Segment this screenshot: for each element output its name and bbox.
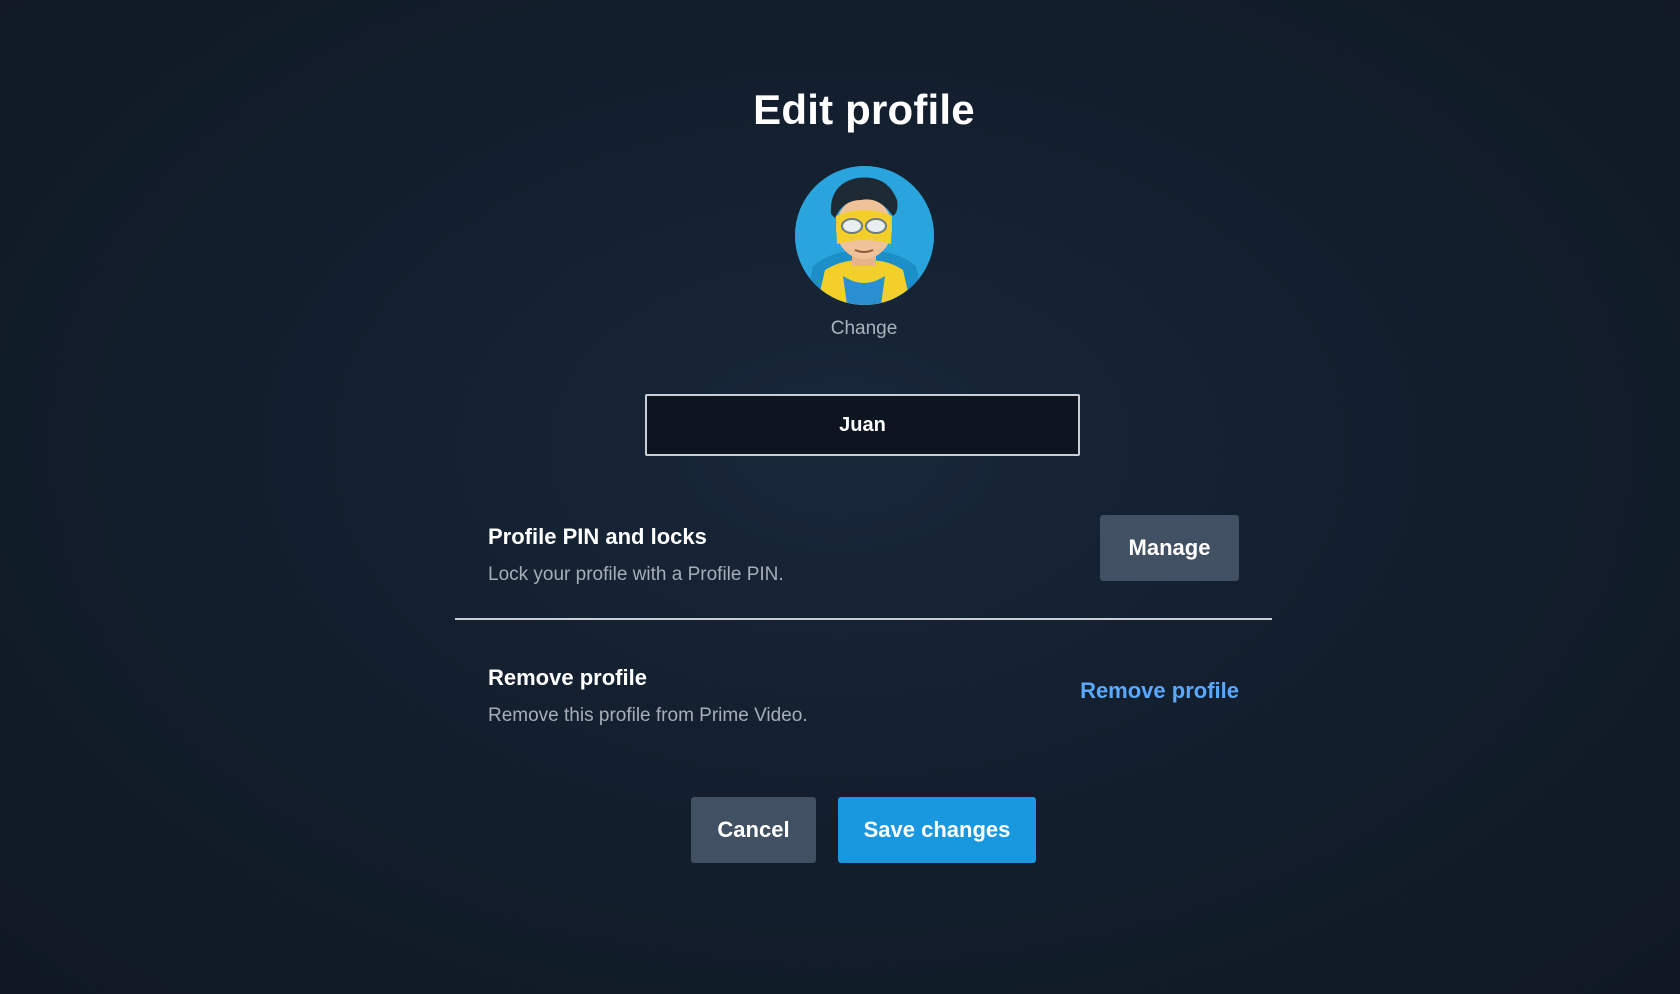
save-changes-button[interactable]: Save changes xyxy=(838,797,1036,863)
divider xyxy=(455,618,1272,620)
cartoon-hero-avatar-icon xyxy=(795,166,934,305)
profile-name-input[interactable] xyxy=(645,394,1080,456)
remove-profile-link[interactable]: Remove profile xyxy=(1040,678,1239,704)
manage-button[interactable]: Manage xyxy=(1100,515,1239,581)
change-avatar-link[interactable]: Change xyxy=(0,318,1680,340)
avatar[interactable] xyxy=(795,166,934,305)
page-title: Edit profile xyxy=(753,86,975,133)
remove-profile-description: Remove this profile from Prime Video. xyxy=(488,705,808,726)
cancel-button[interactable]: Cancel xyxy=(691,797,816,863)
